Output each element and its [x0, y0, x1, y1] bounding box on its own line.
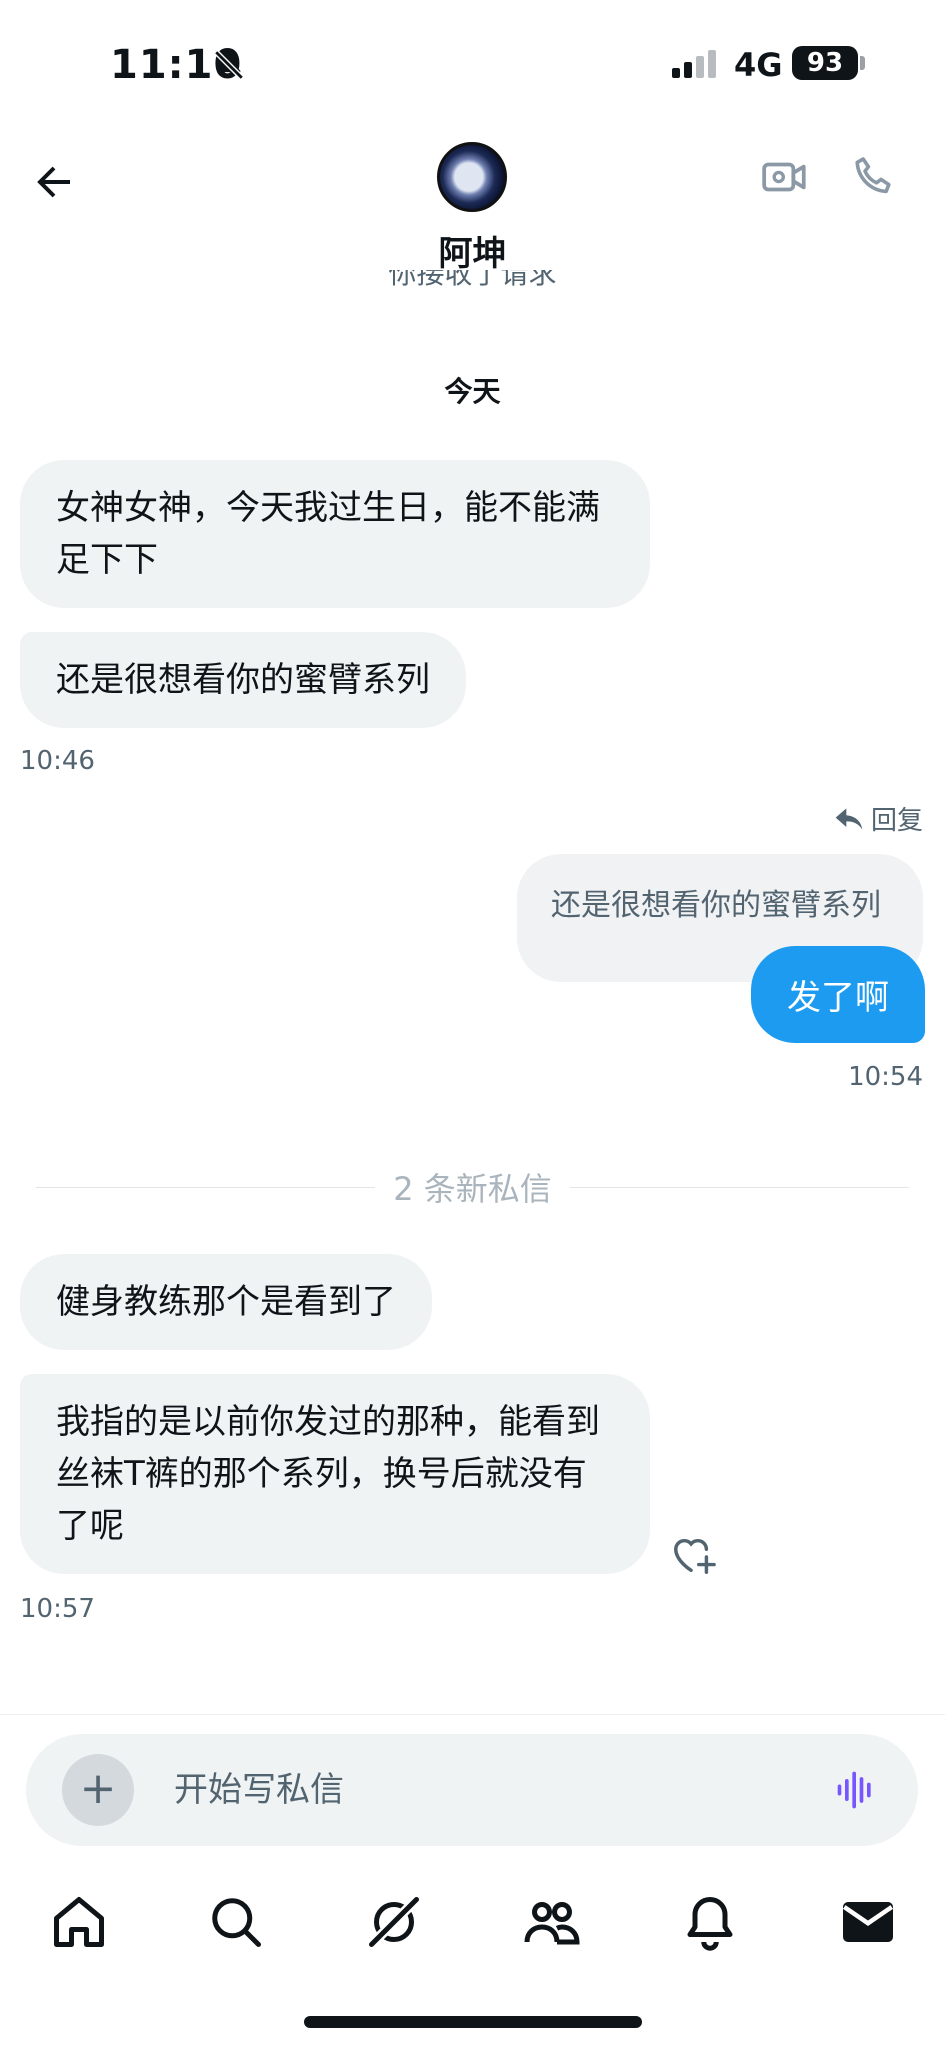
status-bar: 11:10 4G 93 — [0, 0, 945, 130]
message-composer: + — [26, 1734, 918, 1846]
messages-icon[interactable] — [838, 1892, 898, 1952]
reply-tag: 回复 — [833, 800, 923, 837]
grok-icon[interactable] — [364, 1892, 424, 1952]
home-indicator[interactable] — [304, 2016, 642, 2028]
new-messages-divider: 2 条新私信 — [36, 1164, 910, 1210]
incoming-message[interactable]: 健身教练那个是看到了 — [20, 1254, 432, 1350]
battery-level: 93 — [792, 46, 858, 80]
video-call-icon[interactable] — [760, 152, 810, 202]
notifications-icon[interactable] — [680, 1892, 740, 1952]
conversation-header: 阿坤 — [0, 130, 945, 280]
network-label: 4G — [734, 46, 783, 84]
back-arrow-icon[interactable] — [30, 158, 78, 206]
divider-line — [36, 1186, 376, 1188]
divider-line — [569, 1186, 910, 1188]
bottom-navigation — [0, 1880, 945, 1980]
outgoing-message[interactable]: 发了啊 — [751, 946, 925, 1043]
incoming-message[interactable]: 还是很想看你的蜜臂系列 — [20, 632, 466, 728]
bell-slash-icon — [214, 50, 244, 80]
composer-divider — [0, 1714, 945, 1715]
heart-plus-icon[interactable] — [668, 1532, 718, 1578]
reply-icon — [835, 807, 863, 830]
reply-label: 回复 — [870, 806, 923, 836]
search-icon[interactable] — [206, 1892, 266, 1952]
message-timestamp: 10:46 — [20, 746, 95, 776]
communities-icon[interactable] — [522, 1892, 582, 1952]
incoming-message[interactable]: 我指的是以前你发过的那种，能看到丝袜T裤的那个系列，换号后就没有了呢 — [20, 1374, 650, 1574]
home-icon[interactable] — [49, 1892, 109, 1952]
incoming-message[interactable]: 女神女神，今天我过生日，能不能满足下下 — [20, 460, 650, 608]
add-media-button[interactable]: + — [62, 1754, 134, 1826]
voice-message-icon[interactable] — [834, 1768, 878, 1812]
message-input[interactable] — [174, 1756, 774, 1824]
avatar[interactable] — [437, 142, 507, 212]
system-note: 你接收了请求 — [388, 270, 557, 290]
new-messages-label: 2 条新私信 — [393, 1170, 552, 1208]
date-separator: 今天 — [444, 375, 501, 408]
contact-name[interactable]: 阿坤 — [0, 226, 945, 275]
signal-icon — [672, 50, 716, 78]
message-timestamp: 10:54 — [848, 1062, 923, 1092]
phone-icon[interactable] — [850, 152, 898, 200]
battery-cap — [860, 56, 865, 70]
message-timestamp: 10:57 — [20, 1594, 95, 1624]
